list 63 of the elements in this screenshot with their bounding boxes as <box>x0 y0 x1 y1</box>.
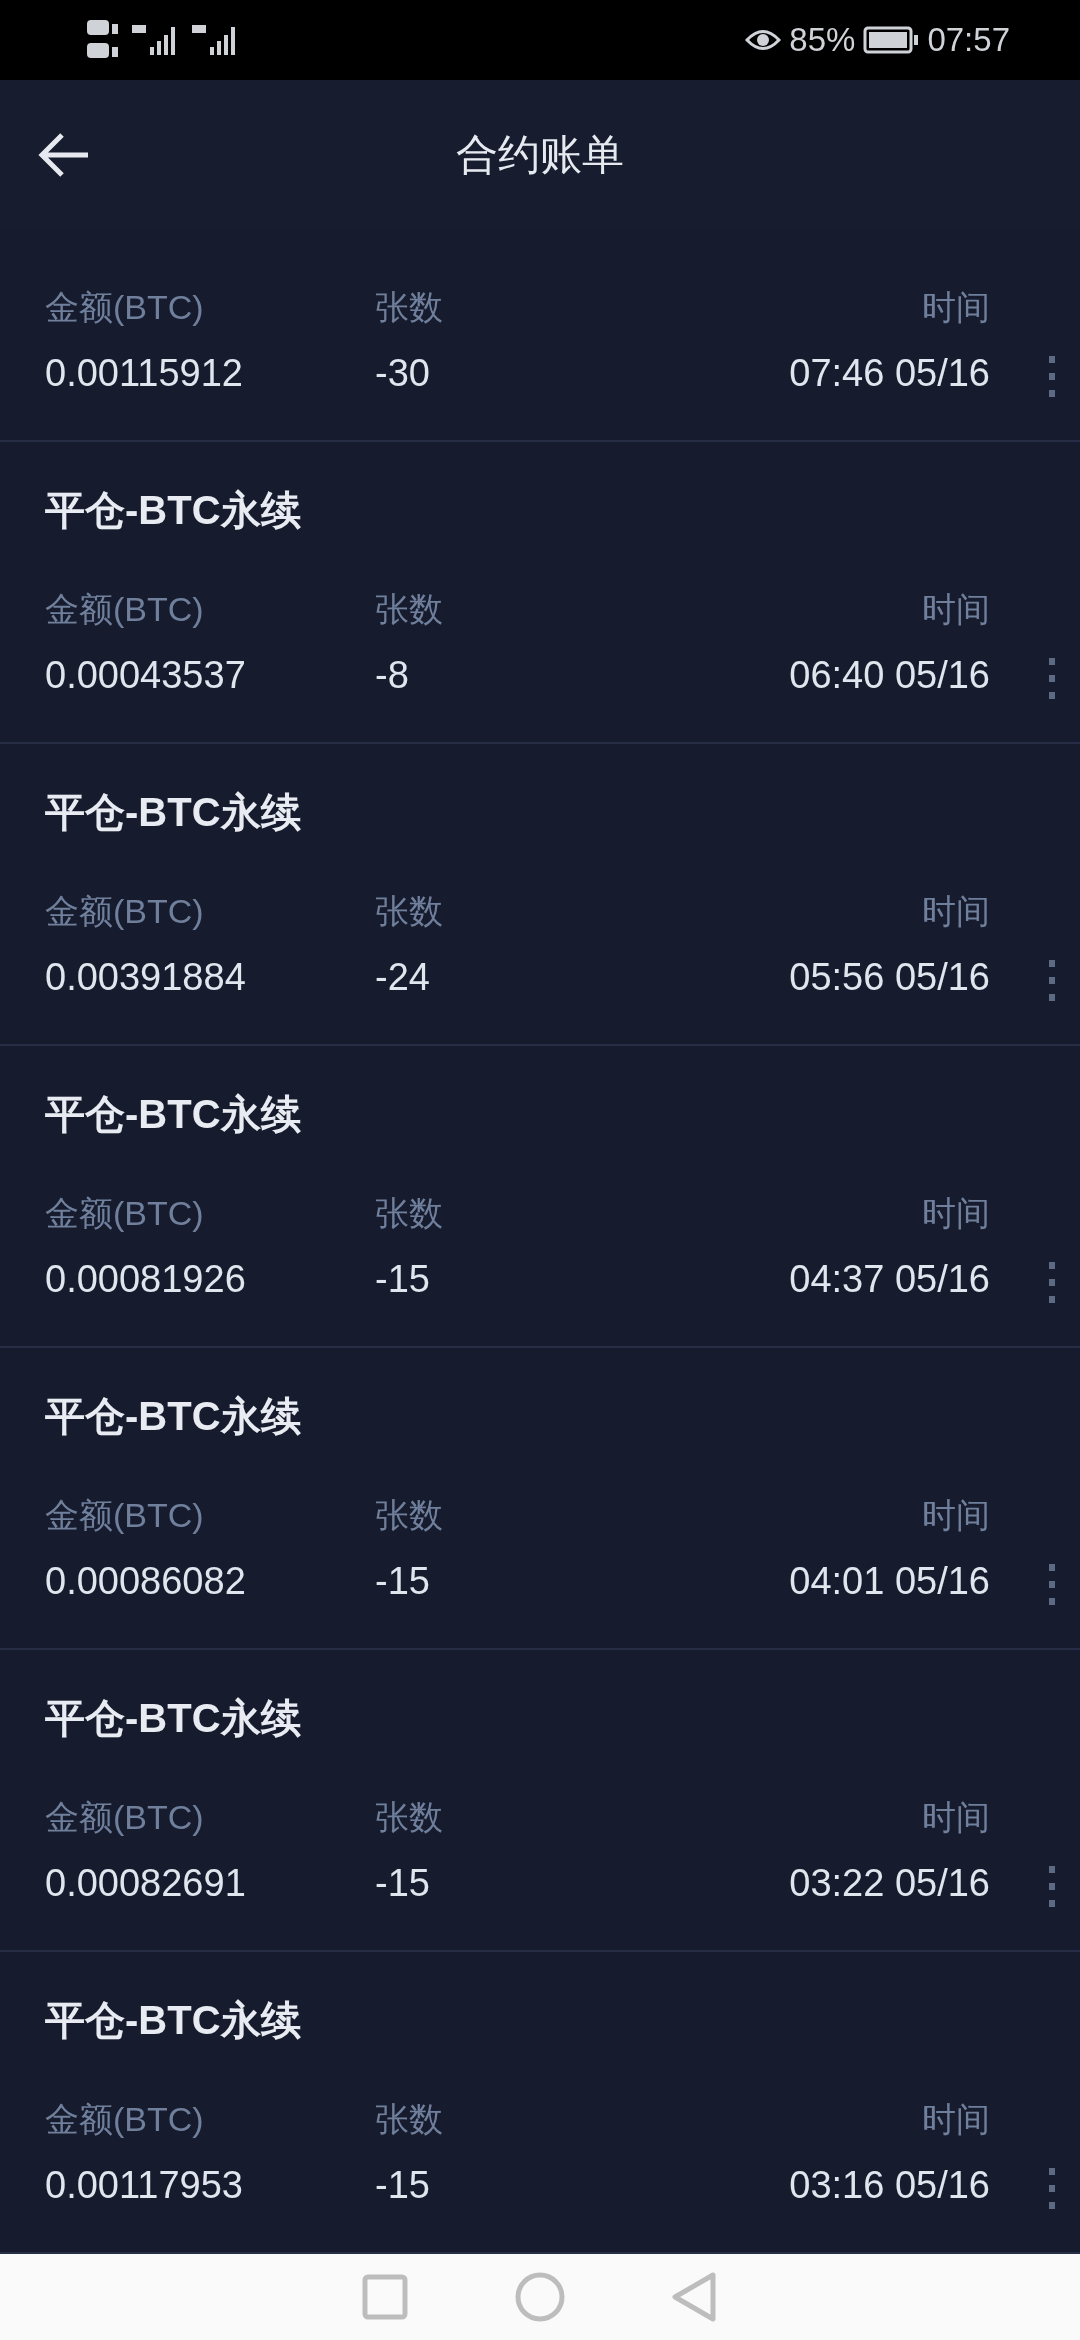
time-label: 时间 <box>922 1193 990 1234</box>
amount-value: 0.00117953 <box>45 2163 244 2207</box>
more-icon[interactable] <box>1046 1260 1058 1306</box>
count-label: 张数 <box>375 1193 444 1234</box>
time-label: 时间 <box>922 1797 990 1838</box>
amount-value: 0.00082691 <box>45 1861 247 1905</box>
time-label: 时间 <box>922 1495 990 1536</box>
time-value: 03:16 05/16 <box>789 2163 990 2207</box>
record-title: 平仓-BTC永续 <box>45 486 302 534</box>
count-label: 张数 <box>375 589 444 630</box>
recent-apps-icon[interactable] <box>361 2273 409 2321</box>
page-title: 合约账单 <box>456 130 624 180</box>
count-label: 张数 <box>375 2099 444 2140</box>
time-label: 时间 <box>922 287 990 328</box>
time-label: 时间 <box>922 2099 990 2140</box>
count-value: -24 <box>375 955 431 999</box>
battery-icon <box>863 26 920 54</box>
record-title: 平仓-BTC永续 <box>45 1392 302 1440</box>
count-value: -15 <box>375 1861 431 1905</box>
battery-percent: 85% <box>789 21 856 59</box>
time-label: 时间 <box>922 589 990 630</box>
count-value: -15 <box>375 1559 431 1603</box>
time-value: 06:40 05/16 <box>789 653 990 697</box>
more-icon[interactable] <box>1046 958 1058 1004</box>
amount-label: 金额(BTC) <box>45 287 205 328</box>
more-icon[interactable] <box>1046 656 1058 702</box>
count-value: -8 <box>375 653 410 697</box>
amount-value: 0.00086082 <box>45 1559 247 1603</box>
count-label: 张数 <box>375 891 444 932</box>
back-icon[interactable] <box>671 2271 719 2323</box>
record-title: 平仓-BTC永续 <box>45 1694 302 1742</box>
amount-value: 0.00043537 <box>45 653 247 697</box>
time-value: 05:56 05/16 <box>789 955 990 999</box>
record-title: 平仓-BTC永续 <box>45 1090 302 1138</box>
count-value: -30 <box>375 351 431 395</box>
count-label: 张数 <box>375 1495 444 1536</box>
amount-label: 金额(BTC) <box>45 1193 205 1234</box>
amount-label: 金额(BTC) <box>45 589 205 630</box>
clock-time: 07:57 <box>927 21 1010 59</box>
count-label: 张数 <box>375 1797 444 1838</box>
amount-label: 金额(BTC) <box>45 891 205 932</box>
amount-value: 0.00081926 <box>45 1257 247 1301</box>
time-value: 03:22 05/16 <box>789 1861 990 1905</box>
home-icon[interactable] <box>514 2271 566 2323</box>
time-value: 04:01 05/16 <box>789 1559 990 1603</box>
count-label: 张数 <box>375 287 444 328</box>
time-label: 时间 <box>922 891 990 932</box>
amount-value: 0.00115912 <box>45 351 244 395</box>
more-icon[interactable] <box>1046 1864 1058 1910</box>
more-icon[interactable] <box>1046 1562 1058 1608</box>
more-icon[interactable] <box>1046 354 1058 400</box>
record-title: 平仓-BTC永续 <box>45 788 302 836</box>
eye-icon <box>745 27 782 53</box>
count-value: -15 <box>375 1257 431 1301</box>
record-title: 平仓-BTC永续 <box>45 1996 302 2044</box>
amount-label: 金额(BTC) <box>45 1797 205 1838</box>
time-value: 04:37 05/16 <box>789 1257 990 1301</box>
count-value: -15 <box>375 2163 431 2207</box>
amount-label: 金额(BTC) <box>45 2099 205 2140</box>
more-icon[interactable] <box>1046 2166 1058 2212</box>
time-value: 07:46 05/16 <box>789 351 990 395</box>
amount-label: 金额(BTC) <box>45 1495 205 1536</box>
amount-value: 0.00391884 <box>45 955 247 999</box>
